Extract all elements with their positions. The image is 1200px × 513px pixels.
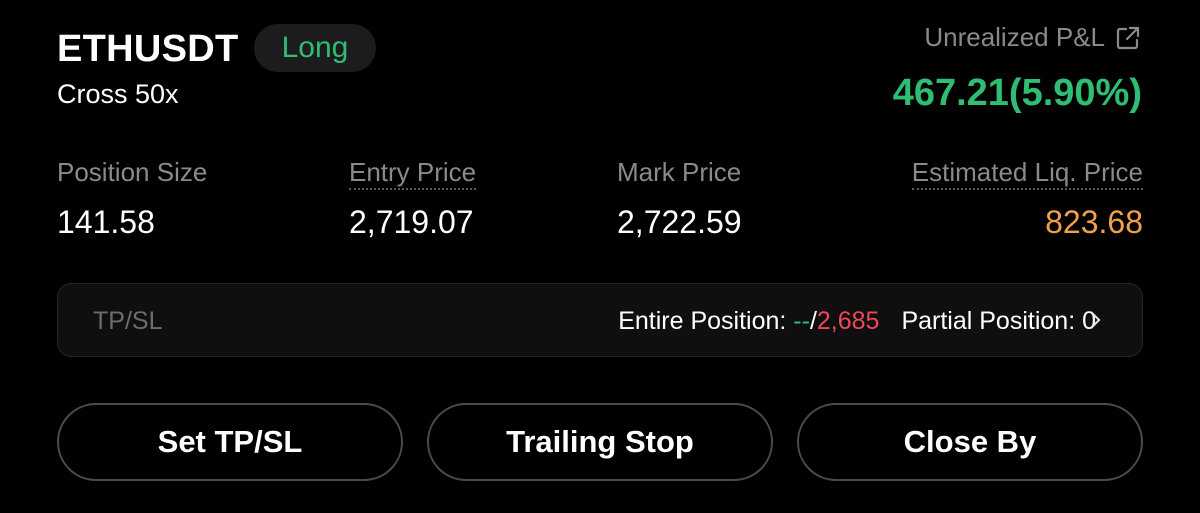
position-size-value: 141.58	[57, 204, 155, 240]
entry-price-label-text[interactable]: Entry Price	[349, 157, 477, 190]
entry-price-value: 2,719.07	[349, 204, 474, 240]
liq-price-label-text[interactable]: Estimated Liq. Price	[911, 157, 1143, 190]
mark-price-value: 2,722.59	[617, 204, 742, 240]
position-size-label: Position Size	[57, 156, 207, 188]
liq-price-label[interactable]: Estimated Liq. Price	[911, 156, 1143, 190]
partial-position-label: Partial Position:	[901, 307, 1083, 335]
close-by-button[interactable]: Close By	[797, 403, 1143, 481]
side-badge: Long	[254, 24, 376, 72]
symbol-title: ETHUSDT	[57, 28, 239, 70]
tpsl-summary: Entire Position: --/2,685 Partial Positio…	[618, 306, 1096, 336]
liq-price-value: 823.68	[1045, 204, 1143, 240]
external-link-icon[interactable]	[1114, 24, 1142, 52]
tpsl-separator: /	[809, 307, 817, 335]
mark-price-label-text: Mark Price	[617, 157, 742, 187]
margin-mode-label: Cross 50x	[57, 79, 179, 109]
trailing-stop-button[interactable]: Trailing Stop	[427, 403, 773, 481]
entire-position-label: Entire Position:	[618, 307, 794, 335]
entry-price-label[interactable]: Entry Price	[349, 156, 477, 190]
stop-loss-value: 2,685	[816, 307, 880, 335]
take-profit-value: --	[793, 307, 810, 335]
set-tpsl-button[interactable]: Set TP/SL	[57, 403, 403, 481]
unrealized-pnl-value: 467.21(5.90%)	[892, 72, 1142, 114]
mark-price-label: Mark Price	[617, 156, 741, 188]
tpsl-row[interactable]: TP/SL Entire Position: --/2,685 Partial P…	[57, 283, 1143, 357]
tpsl-label: TP/SL	[93, 307, 163, 335]
unrealized-pnl-label: Unrealized P&L	[924, 22, 1105, 52]
position-size-label-text: Position Size	[57, 157, 208, 187]
